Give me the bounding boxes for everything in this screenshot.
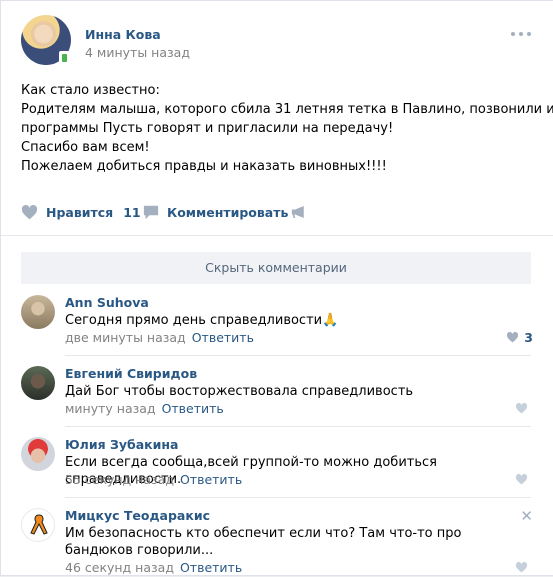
ribbon-icon bbox=[30, 514, 48, 535]
comment-meta: минуту назад Ответить bbox=[65, 401, 224, 416]
mobile-online-icon bbox=[59, 51, 69, 65]
comment-button[interactable]: Комментировать bbox=[143, 201, 288, 223]
share-button[interactable] bbox=[291, 201, 308, 223]
reply-link[interactable]: Ответить bbox=[180, 560, 242, 575]
post-actions: Нравится 11 Комментировать bbox=[21, 201, 531, 223]
comment-icon bbox=[143, 205, 159, 219]
megaphone-icon bbox=[291, 206, 304, 218]
comment-item: Евгений Свиридов Дай Бог чтобы восторжес… bbox=[21, 366, 533, 418]
commenter-avatar[interactable] bbox=[21, 366, 55, 400]
comment-author[interactable]: Мицкус Теодаракис bbox=[65, 508, 210, 523]
heart-icon bbox=[21, 204, 38, 219]
comment-author[interactable]: Ann Suhova bbox=[65, 295, 149, 310]
comment-author[interactable]: Евгений Свиридов bbox=[65, 366, 197, 381]
like-button[interactable]: Нравится 11 bbox=[21, 201, 141, 223]
comment-author[interactable]: Юлия Зубакина bbox=[65, 437, 178, 452]
comment-time[interactable]: две минуты назад bbox=[65, 330, 186, 345]
close-icon[interactable]: ✕ bbox=[520, 509, 533, 524]
comment-like-button[interactable]: 3 bbox=[506, 330, 533, 345]
reply-link[interactable]: Ответить bbox=[180, 472, 242, 487]
comment-item: Ann Suhova Сегодня прямо день справедлив… bbox=[21, 295, 533, 347]
commenter-avatar[interactable] bbox=[21, 437, 55, 471]
reply-link[interactable]: Ответить bbox=[162, 401, 224, 416]
post-header: Инна Кова 4 минуты назад bbox=[21, 15, 531, 67]
heart-icon bbox=[515, 403, 528, 414]
commenter-avatar[interactable] bbox=[21, 295, 55, 329]
comment-item: Юлия Зубакина Если всегда сообща,всей гр… bbox=[21, 437, 533, 489]
comment-meta: 46 секунд назад Ответить bbox=[65, 560, 242, 575]
comment-like-button[interactable] bbox=[515, 403, 533, 414]
post-text-line: программы Пусть говорят и пригласили на … bbox=[21, 121, 394, 136]
hide-comments-button[interactable]: Скрыть комментарии bbox=[21, 252, 531, 284]
heart-icon bbox=[515, 562, 528, 573]
comment-text: Сегодня прямо день справедливости🙏 bbox=[65, 313, 339, 328]
divider bbox=[1, 235, 553, 236]
comment-divider bbox=[65, 426, 531, 427]
post-text-line: Как стало известно: bbox=[21, 83, 160, 98]
comment-meta: две минуты назад Ответить bbox=[65, 330, 254, 345]
comment-text: Дай Бог чтобы восторжествовала справедли… bbox=[65, 384, 414, 399]
comment-like-button[interactable] bbox=[515, 474, 533, 485]
post-text: Как стало известно: Родителям малыша, ко… bbox=[21, 81, 553, 176]
post-card: Инна Кова 4 минуты назад Как стало извес… bbox=[0, 0, 553, 576]
comment-text: Им безопасность кто обеспечит если что? … bbox=[65, 526, 462, 558]
commenter-avatar[interactable] bbox=[21, 508, 55, 542]
comment-divider bbox=[65, 355, 531, 356]
heart-icon bbox=[507, 332, 519, 343]
like-count: 11 bbox=[123, 204, 141, 220]
more-options-icon[interactable] bbox=[511, 31, 531, 37]
reply-link[interactable]: Ответить bbox=[192, 330, 254, 345]
heart-icon bbox=[515, 474, 528, 485]
comment-divider bbox=[65, 497, 531, 498]
post-text-line: Пожелаем добиться правды и наказать вино… bbox=[21, 159, 387, 174]
comment-time[interactable]: 55 секунд назад bbox=[65, 472, 174, 487]
comment-like-count: 3 bbox=[524, 330, 533, 345]
post-text-line: Родителям малыша, которого сбила 31 летн… bbox=[21, 102, 553, 117]
author-name[interactable]: Инна Кова bbox=[85, 27, 161, 42]
comment-meta: 55 секунд назад Ответить bbox=[65, 472, 242, 487]
comment-label: Комментировать bbox=[167, 204, 289, 220]
comment-like-button[interactable] bbox=[515, 562, 533, 573]
comment-time[interactable]: минуту назад bbox=[65, 401, 156, 416]
like-label: Нравится bbox=[46, 204, 114, 220]
post-time[interactable]: 4 минуты назад bbox=[85, 45, 190, 60]
comment-item: Мицкус Теодаракис ✕ Им безопасность кто … bbox=[21, 508, 533, 577]
post-text-line: Спасибо вам всем! bbox=[21, 140, 150, 155]
comment-time[interactable]: 46 секунд назад bbox=[65, 560, 174, 575]
